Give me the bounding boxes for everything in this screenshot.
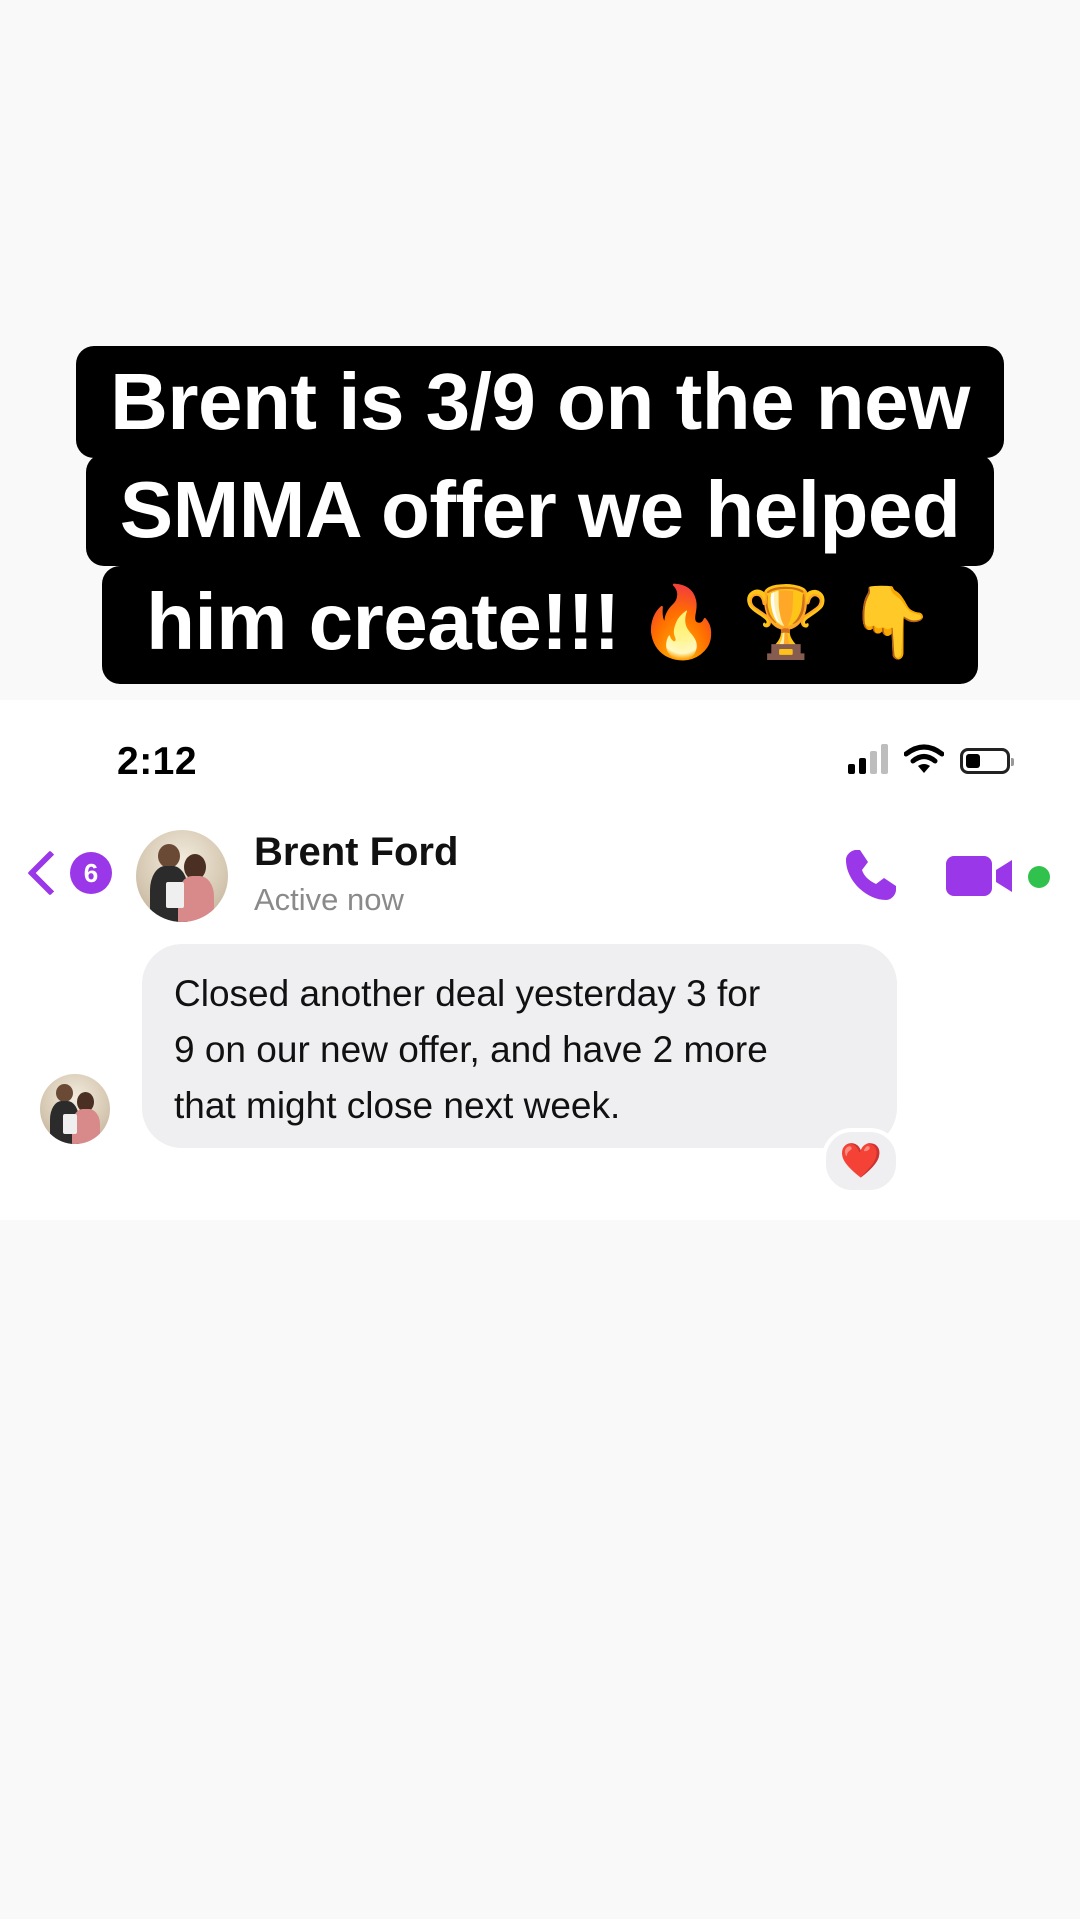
message-bubble[interactable]: Closed another deal yesterday 3 for 9 on… <box>142 944 897 1148</box>
online-status-dot <box>1028 866 1050 888</box>
caption-line-3-text: him create!!! <box>146 577 620 666</box>
heart-reaction-icon[interactable]: ❤️ <box>822 1128 900 1194</box>
chevron-left-icon <box>27 850 73 896</box>
battery-icon <box>960 748 1014 774</box>
reaction-emoji: ❤️ <box>839 1142 883 1180</box>
message-line-1: Closed another deal yesterday 3 for <box>174 973 761 1014</box>
phone-call-icon[interactable] <box>842 846 900 904</box>
wifi-icon <box>904 744 944 773</box>
messenger-screenshot: 2:12 6 Brent Ford Active now Closed anot… <box>0 700 1080 1220</box>
caption-line-3: him create!!! 🔥 🏆 👇 <box>102 566 978 684</box>
caption-line-2: SMMA offer we helped <box>85 454 995 566</box>
cellular-signal-icon <box>848 744 888 774</box>
sender-avatar[interactable] <box>40 1074 110 1144</box>
story-page: Brent is 3/9 on the new SMMA offer we he… <box>0 0 1080 1919</box>
fire-icon: 🔥 <box>637 582 725 661</box>
back-button[interactable]: 6 <box>27 850 112 896</box>
contact-name[interactable]: Brent Ford <box>254 830 458 875</box>
contact-status: Active now <box>254 882 404 917</box>
contact-avatar[interactable] <box>136 830 228 922</box>
unread-count-badge: 6 <box>70 852 112 894</box>
caption-line-1: Brent is 3/9 on the new <box>76 346 1004 458</box>
story-caption: Brent is 3/9 on the new SMMA offer we he… <box>0 346 1080 684</box>
status-icons <box>848 744 1014 774</box>
pointing-down-icon: 👇 <box>847 582 934 661</box>
trophy-icon: 🏆 <box>742 582 830 661</box>
status-time: 2:12 <box>117 740 198 783</box>
video-call-icon[interactable] <box>946 854 1016 898</box>
message-line-2: 9 on our new offer, and have 2 more <box>174 1029 768 1070</box>
message-line-3: that might close next week. <box>174 1085 621 1126</box>
